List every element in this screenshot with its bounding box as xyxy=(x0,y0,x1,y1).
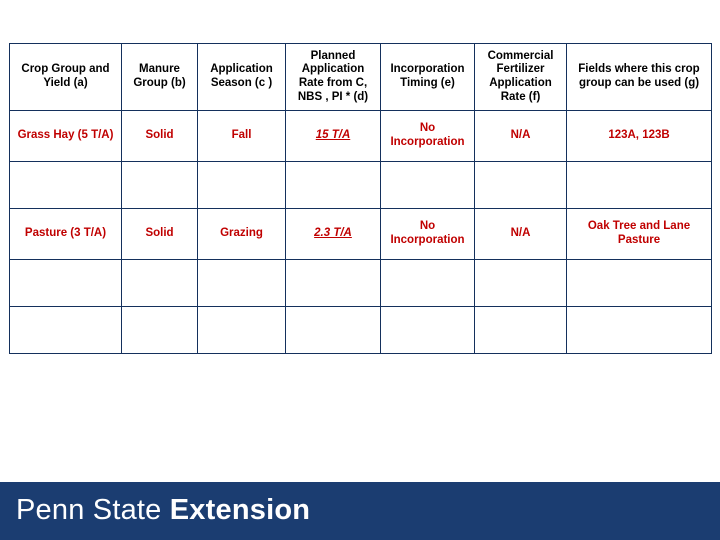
cell-crop-group-yield xyxy=(9,161,122,209)
cell-crop-group-yield: Grass Hay (5 T/A) xyxy=(9,110,122,162)
header-crop-group-yield: Crop Group and Yield (a) xyxy=(9,43,122,111)
cell-planned-application-rate: 2.3 T/A xyxy=(285,208,381,260)
logo-penn-state-text: Penn State xyxy=(16,494,162,526)
logo-extension-text: Extension xyxy=(169,494,311,526)
cell-fields-usable: 123A, 123B xyxy=(566,110,712,162)
table-header-row-group: Crop Group and Yield (a) Manure Group (b… xyxy=(9,43,712,111)
table-row: Grass Hay (5 T/A) Solid Fall 15 T/A No I… xyxy=(9,110,712,162)
manure-application-table-container: Crop Group and Yield (a) Manure Group (b… xyxy=(9,43,712,354)
slide-page: Crop Group and Yield (a) Manure Group (b… xyxy=(0,0,720,540)
cell-application-season xyxy=(197,259,286,307)
cell-commercial-fertilizer-rate: N/A xyxy=(474,110,567,162)
cell-planned-application-rate xyxy=(285,259,381,307)
cell-commercial-fertilizer-rate xyxy=(474,306,567,354)
cell-crop-group-yield xyxy=(9,306,122,354)
cell-incorporation-timing: No Incorporation xyxy=(380,110,475,162)
cell-fields-usable xyxy=(566,259,712,307)
cell-incorporation-timing: No Incorporation xyxy=(380,208,475,260)
table-row xyxy=(9,259,712,307)
table-row xyxy=(9,306,712,354)
table-row: Pasture (3 T/A) Solid Grazing 2.3 T/A No… xyxy=(9,208,712,260)
cell-incorporation-timing xyxy=(380,306,475,354)
cell-fields-usable xyxy=(566,161,712,209)
cell-commercial-fertilizer-rate: N/A xyxy=(474,208,567,260)
header-commercial-fertilizer-rate: Commercial Fertilizer Application Rate (… xyxy=(474,43,567,111)
cell-application-season: Fall xyxy=(197,110,286,162)
cell-manure-group xyxy=(121,306,198,354)
cell-fields-usable: Oak Tree and Lane Pasture xyxy=(566,208,712,260)
cell-crop-group-yield xyxy=(9,259,122,307)
table-body: Grass Hay (5 T/A) Solid Fall 15 T/A No I… xyxy=(9,110,712,354)
table-row xyxy=(9,161,712,209)
penn-state-extension-logo: Penn State Extension xyxy=(16,494,310,527)
cell-planned-application-rate xyxy=(285,161,381,209)
header-incorporation-timing: Incorporation Timing (e) xyxy=(380,43,475,111)
cell-planned-application-rate xyxy=(285,306,381,354)
cell-application-season: Grazing xyxy=(197,208,286,260)
cell-manure-group: Solid xyxy=(121,208,198,260)
cell-application-season xyxy=(197,161,286,209)
cell-manure-group xyxy=(121,161,198,209)
footer-band: Penn State Extension xyxy=(0,482,720,540)
manure-application-table: Crop Group and Yield (a) Manure Group (b… xyxy=(9,43,712,354)
cell-incorporation-timing xyxy=(380,161,475,209)
table-header-row: Crop Group and Yield (a) Manure Group (b… xyxy=(9,43,712,111)
cell-manure-group: Solid xyxy=(121,110,198,162)
cell-incorporation-timing xyxy=(380,259,475,307)
cell-fields-usable xyxy=(566,306,712,354)
header-fields-usable: Fields where this crop group can be used… xyxy=(566,43,712,111)
header-application-season: Application Season (c ) xyxy=(197,43,286,111)
cell-commercial-fertilizer-rate xyxy=(474,161,567,209)
header-manure-group: Manure Group (b) xyxy=(121,43,198,111)
cell-application-season xyxy=(197,306,286,354)
cell-crop-group-yield: Pasture (3 T/A) xyxy=(9,208,122,260)
header-planned-application-rate: Planned Application Rate from C, NBS , P… xyxy=(285,43,381,111)
cell-manure-group xyxy=(121,259,198,307)
cell-planned-application-rate: 15 T/A xyxy=(285,110,381,162)
cell-commercial-fertilizer-rate xyxy=(474,259,567,307)
